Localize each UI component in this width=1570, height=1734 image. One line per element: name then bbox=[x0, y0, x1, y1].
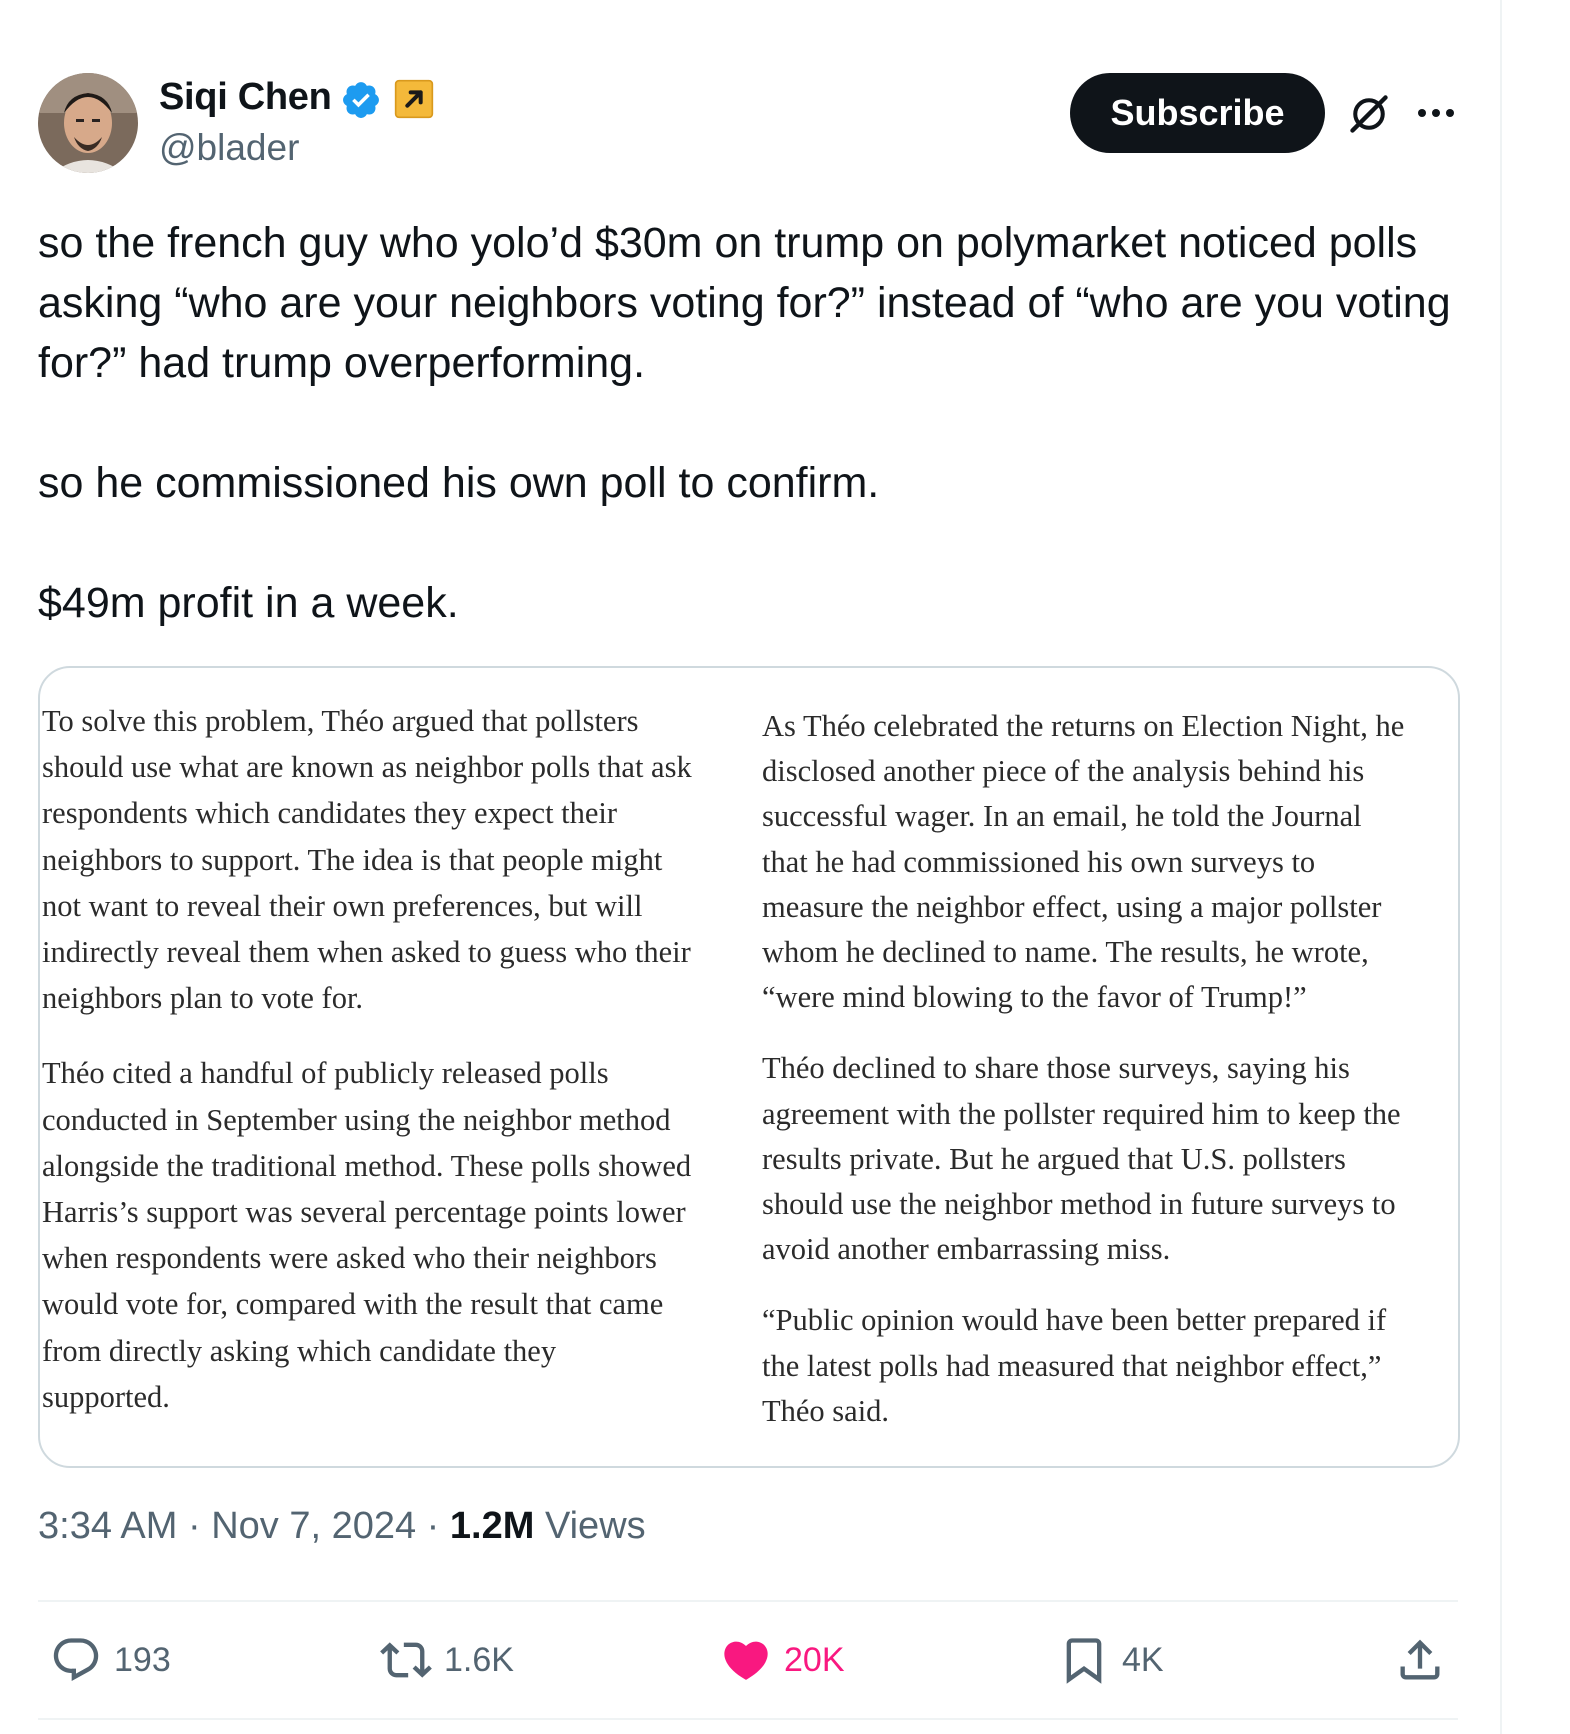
article-line: conducted in September using the neighbo… bbox=[42, 1102, 671, 1137]
author-name[interactable]: Siqi Chen bbox=[159, 76, 332, 119]
meta-separator: · bbox=[177, 1505, 212, 1547]
article-line: Théo said. bbox=[762, 1393, 890, 1428]
article-line: from directly asking which candidate the… bbox=[42, 1333, 557, 1368]
article-line: should use the neighbor method in future… bbox=[762, 1187, 1396, 1222]
like-count: 20K bbox=[784, 1640, 845, 1679]
article-line: indirectly reveal them when asked to gue… bbox=[42, 935, 691, 970]
article-line: not want to reveal their own preferences… bbox=[42, 888, 643, 923]
verified-badge-icon bbox=[343, 82, 379, 118]
tweet-paragraph: so he commissioned his own poll to confi… bbox=[38, 459, 880, 507]
share-button[interactable] bbox=[1394, 1632, 1446, 1688]
tweet-meta: 3:34 AM · Nov 7, 2024 · 1.2M Views bbox=[38, 1505, 646, 1548]
article-line: “were mind blowing to the favor of Trump… bbox=[762, 980, 1307, 1015]
article-paragraph: As Théo celebrated the returns on Electi… bbox=[762, 704, 1404, 1020]
repost-count: 1.6K bbox=[444, 1640, 514, 1679]
article-line: respondents which candidates they expect… bbox=[42, 796, 618, 831]
reply-count: 193 bbox=[114, 1640, 171, 1679]
divider bbox=[38, 1718, 1458, 1720]
subscribe-button[interactable]: Subscribe bbox=[1070, 73, 1325, 153]
article-line: Théo declined to share those surveys, sa… bbox=[762, 1051, 1350, 1086]
avatar[interactable] bbox=[38, 73, 138, 173]
article-column-left: To solve this problem, Théo argued that … bbox=[42, 698, 692, 1420]
views-count: 1.2M bbox=[449, 1505, 535, 1547]
tweet-time[interactable]: 3:34 AM bbox=[38, 1505, 177, 1547]
reply-icon bbox=[53, 1638, 99, 1682]
article-line: the latest polls had measured that neigh… bbox=[762, 1348, 1382, 1383]
meta-separator: · bbox=[416, 1505, 450, 1547]
article-line: Harris’s support was several percentage … bbox=[42, 1195, 686, 1230]
heart-icon bbox=[724, 1641, 768, 1680]
article-line: neighbors to support. The idea is that p… bbox=[42, 842, 663, 877]
column-border bbox=[1500, 0, 1502, 1734]
article-line: To solve this problem, Théo argued that … bbox=[42, 704, 639, 738]
article-line: whom he declined to name. The results, h… bbox=[762, 935, 1369, 970]
media-image[interactable]: To solve this problem, Théo argued that … bbox=[38, 666, 1460, 1468]
bookmark-button[interactable]: 4K bbox=[1058, 1632, 1164, 1688]
article-line: disclosed another piece of the analysis … bbox=[762, 754, 1365, 789]
tweet-paragraph: so the french guy who yolo’d $30m on tru… bbox=[38, 219, 1451, 387]
article-line: successful wager. In an email, he told t… bbox=[762, 799, 1362, 834]
author-handle[interactable]: @blader bbox=[159, 127, 299, 169]
article-line: Théo cited a handful of publicly release… bbox=[42, 1056, 609, 1091]
repost-button[interactable]: 1.6K bbox=[380, 1632, 514, 1688]
article-line: that he had commissioned his own surveys… bbox=[762, 844, 1316, 879]
article-line: should use what are known as neighbor po… bbox=[42, 750, 692, 785]
article-paragraph: Théo cited a handful of publicly release… bbox=[42, 1050, 692, 1420]
more-icon[interactable] bbox=[1414, 100, 1458, 126]
bookmark-icon bbox=[1066, 1638, 1102, 1684]
article-line: agreement with the pollster required him… bbox=[762, 1096, 1401, 1131]
share-icon bbox=[1400, 1639, 1440, 1680]
article-line: “Public opinion would have been better p… bbox=[762, 1303, 1387, 1338]
divider bbox=[38, 1600, 1458, 1602]
article-paragraph: Théo declined to share those surveys, sa… bbox=[762, 1046, 1404, 1272]
arrow-affiliate-badge-icon[interactable] bbox=[394, 79, 434, 119]
article-paragraph: “Public opinion would have been better p… bbox=[762, 1298, 1404, 1434]
repost-icon bbox=[380, 1642, 432, 1678]
tweet-paragraph: $49m profit in a week. bbox=[38, 579, 459, 627]
article-line: when respondents were asked who their ne… bbox=[42, 1241, 657, 1276]
article-column-right: As Théo celebrated the returns on Electi… bbox=[762, 704, 1404, 1434]
tweet-date[interactable]: Nov 7, 2024 bbox=[211, 1505, 416, 1547]
reply-button[interactable]: 193 bbox=[50, 1632, 171, 1688]
tweet-text: so the french guy who yolo’d $30m on tru… bbox=[38, 213, 1458, 633]
like-button[interactable]: 20K bbox=[720, 1632, 845, 1688]
article-line: measure the neighbor effect, using a maj… bbox=[762, 889, 1382, 924]
article-line: would vote for, compared with the result… bbox=[42, 1287, 664, 1322]
bookmark-count: 4K bbox=[1122, 1640, 1164, 1679]
article-line: avoid another embarrassing miss. bbox=[762, 1232, 1171, 1267]
views-label: Views bbox=[544, 1505, 646, 1547]
article-line: alongside the traditional method. These … bbox=[42, 1148, 692, 1183]
article-line: results private. But he argued that U.S.… bbox=[762, 1141, 1346, 1176]
article-paragraph: To solve this problem, Théo argued that … bbox=[42, 698, 692, 1021]
article-line: As Théo celebrated the returns on Electi… bbox=[762, 709, 1405, 743]
grok-icon[interactable] bbox=[1347, 92, 1391, 136]
article-line: supported. bbox=[42, 1379, 170, 1414]
article-line: neighbors plan to vote for. bbox=[42, 981, 364, 1016]
